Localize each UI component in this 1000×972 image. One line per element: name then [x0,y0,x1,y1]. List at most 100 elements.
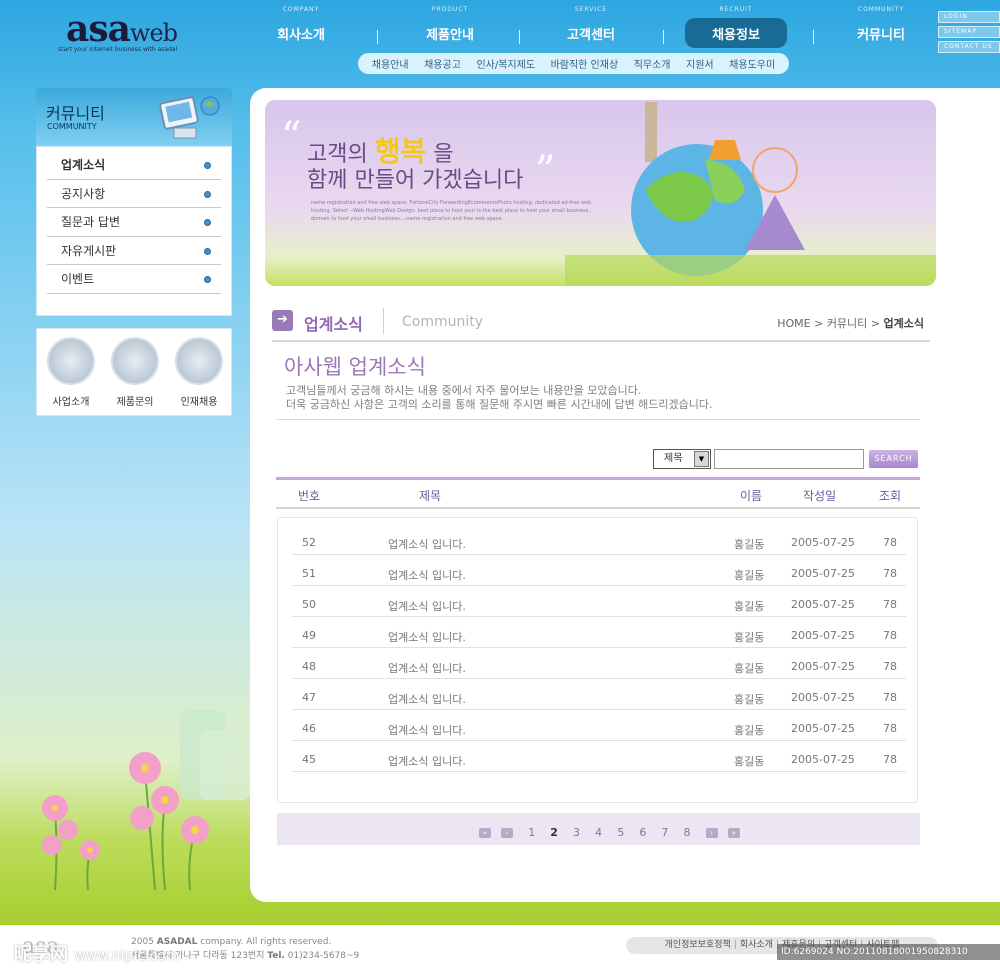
sidebar-item-notice[interactable]: 공지사항 [47,180,221,209]
table-row[interactable]: 48 업계소식 입니다. 홍길동 2005-07-25 78 [292,648,906,679]
quick-product-inquiry[interactable]: 제품문의 [103,337,167,408]
cell-number: 52 [302,536,316,549]
page-link[interactable]: 4 [595,826,602,839]
cell-title[interactable]: 업계소식 입니다. [388,753,466,769]
cell-title[interactable]: 업계소식 입니다. [388,629,466,645]
sidebar-item-free-board[interactable]: 자유게시판 [47,237,221,266]
pagination: « ‹ 1 2 3 4 5 6 7 8 › » [277,813,920,845]
cell-title[interactable]: 업계소식 입니다. [388,660,466,676]
cell-name: 홍길동 [734,724,765,737]
nav-community[interactable]: COMMUNITY 커뮤니티 [826,6,936,50]
nav-community-en: COMMUNITY [857,6,905,13]
sidebar-item-label: 자유게시판 [61,243,117,258]
nav-divider [519,30,520,44]
sidebar-item-label: 공지사항 [61,186,106,201]
table-row[interactable]: 50 업계소식 입니다. 홍길동 2005-07-25 78 [292,586,906,617]
hero-banner: “ 고객의 행복 을 함께 만들어 가겠습니다 ” name registrat… [265,100,936,286]
table-row[interactable]: 49 업계소식 입니다. 홍길동 2005-07-25 78 [292,617,906,648]
cell-name: 홍길동 [734,538,765,551]
bullet-icon [204,247,211,255]
chevron-down-icon[interactable]: ▼ [694,451,709,467]
sitemap-button[interactable]: SITEMAP [938,26,1000,38]
page-link[interactable]: 6 [639,826,646,839]
cell-name: 홍길동 [734,662,765,675]
watermark-url: www.nipic.com [74,948,180,964]
table-row[interactable]: 47 업계소식 입니다. 홍길동 2005-07-25 78 [292,679,906,710]
next-page-icon[interactable]: › [705,827,718,838]
page-link[interactable]: 3 [573,826,580,839]
cell-title[interactable]: 업계소식 입니다. [388,536,466,552]
cell-title[interactable]: 업계소식 입니다. [388,598,466,614]
bullet-icon [204,276,211,284]
search-field-select[interactable]: 제목 ▼ [653,449,711,469]
intro-description: 고객님들께서 궁금해 하시는 내용 중에서 자주 물어보는 내용만을 모았습니다… [286,384,713,412]
subnav-item[interactable]: 직무소개 [634,56,671,71]
prev-page-icon[interactable]: ‹ [501,827,514,838]
quick-recruit[interactable]: 인재채용 [167,337,231,408]
nav-community-label: 커뮤니티 [857,28,905,43]
footer-link-privacy[interactable]: 개인정보보호정책 [665,940,731,950]
sidebar-item-event[interactable]: 이벤트 [47,265,221,294]
document-icon [47,337,95,385]
cell-date: 2005-07-25 [791,598,855,611]
quick-links: 사업소개 제품문의 인재채용 [36,328,232,416]
last-page-icon[interactable]: » [727,827,740,838]
first-page-icon[interactable]: « [479,827,491,838]
footer-link-company[interactable]: 회사소개 [740,940,773,950]
bullet-icon [204,162,211,169]
search-input[interactable] [714,449,864,469]
cell-views: 78 [883,660,897,673]
banner-line2: 함께 만들어 가겠습니다 [307,168,524,193]
subnav-item[interactable]: 바람직한 인재상 [551,56,619,71]
breadcrumb-parent[interactable]: 커뮤니티 [827,317,867,330]
subnav-item[interactable]: 채용안내 [372,56,409,71]
col-number: 번호 [298,489,321,503]
table-row[interactable]: 52 업계소식 입니다. 홍길동 2005-07-25 78 [292,524,906,555]
cell-name: 홍길동 [734,600,765,613]
page-title: 업계소식 [304,315,363,334]
sidebar-header: 커뮤니티 COMMUNITY [36,88,232,146]
cell-title[interactable]: 업계소식 입니다. [388,691,466,707]
nav-service-label: 고객센터 [567,28,615,43]
cell-views: 78 [883,536,897,549]
search-button[interactable]: SEARCH [869,450,918,468]
page-link[interactable]: 5 [617,826,624,839]
nav-company[interactable]: COMPANY 회사소개 [246,6,356,50]
subnav-item[interactable]: 채용공고 [424,56,461,71]
sidebar-item-industry-news[interactable]: 업계소식 [47,151,221,180]
sidebar-item-label: 질문과 답변 [61,215,121,230]
site-logo[interactable]: asaweb start your internet business with… [58,8,198,58]
quick-business[interactable]: 사업소개 [39,337,103,408]
page-link-current[interactable]: 2 [550,826,558,839]
nav-recruit[interactable]: RECRUIT 채용정보 [683,6,789,50]
sidebar-item-qna[interactable]: 질문과 답변 [47,208,221,237]
login-button[interactable]: LOGIN [938,11,1000,23]
cell-number: 46 [302,722,316,735]
col-name: 이름 [740,489,763,503]
gear-icon [111,337,159,385]
nav-recruit-label: 채용정보 [712,28,760,43]
table-row[interactable]: 51 업계소식 입니다. 홍길동 2005-07-25 78 [292,555,906,586]
nav-company-label: 회사소개 [277,28,325,43]
cell-title[interactable]: 업계소식 입니다. [388,722,466,738]
page-link[interactable]: 7 [661,826,668,839]
page-link[interactable]: 8 [684,826,691,839]
subnav-item[interactable]: 지원서 [686,56,714,71]
subnav-item[interactable]: 인사/복지제도 [476,56,535,71]
table-row[interactable]: 45 업계소식 입니다. 홍길동 2005-07-25 78 [292,741,906,772]
sidebar-subtitle: COMMUNITY [47,122,97,131]
table-row[interactable]: 46 업계소식 입니다. 홍길동 2005-07-25 78 [292,710,906,741]
col-views: 조회 [879,489,902,503]
footer-tel: 01)234-5678~9 [287,951,360,961]
cell-date: 2005-07-25 [791,753,855,766]
subnav-item[interactable]: 채용도우미 [729,56,775,71]
quick-label: 인재채용 [180,397,218,408]
nav-product[interactable]: PRODUCT 제품안내 [395,6,505,50]
nav-service[interactable]: SERVICE 고객센터 [536,6,646,50]
breadcrumb-home[interactable]: HOME [777,317,810,330]
quick-label: 제품문의 [116,397,154,408]
computer-illustration-icon [159,96,220,139]
cell-title[interactable]: 업계소식 입니다. [388,567,466,583]
contact-button[interactable]: CONTACT US [938,41,1000,53]
page-link[interactable]: 1 [528,826,535,839]
